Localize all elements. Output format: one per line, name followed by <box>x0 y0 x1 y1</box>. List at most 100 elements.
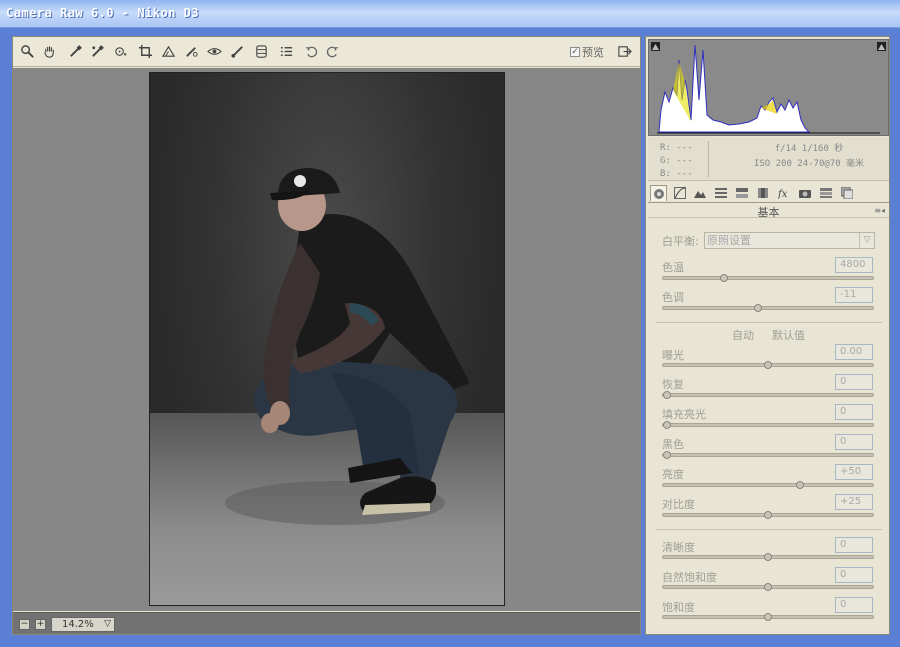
white-balance-select[interactable]: 原照设置 ▽ <box>704 232 875 249</box>
tab-tone-curve[interactable] <box>671 185 688 201</box>
rotate-right-icon[interactable] <box>324 43 341 60</box>
blacks-field[interactable]: 0 <box>835 434 873 450</box>
vibrance-slider[interactable] <box>662 583 874 591</box>
fx-icon: fx <box>778 189 788 199</box>
split-icon <box>735 188 748 198</box>
exposure-label: 曝光 <box>662 349 684 362</box>
b-value: B: --- <box>660 169 693 179</box>
recovery-slider[interactable] <box>662 391 874 399</box>
saturation-slider[interactable] <box>662 613 874 621</box>
exposure-knob[interactable] <box>764 361 772 369</box>
fullscreen-icon[interactable] <box>616 43 633 60</box>
tab-lens[interactable] <box>754 185 771 201</box>
rotate-left-icon[interactable] <box>303 43 320 60</box>
brightness-slider[interactable] <box>662 481 874 489</box>
snapshot-icon <box>840 187 853 199</box>
contrast-label: 对比度 <box>662 498 695 511</box>
preview-pane: ✓ 预览 − + 14.2% ▽ <box>12 36 641 635</box>
image-canvas[interactable] <box>13 68 640 611</box>
window-title: Camera Raw 6.0 - Nikon D3 <box>6 6 200 20</box>
chevron-down-icon: ▽ <box>104 619 111 629</box>
red-eye-icon[interactable] <box>206 43 223 60</box>
mountain-icon <box>693 191 706 198</box>
zoom-out-button[interactable]: − <box>19 619 30 630</box>
exif-info: R: --- G: --- B: --- f/14 1/160 秒 ISO 20… <box>648 137 889 181</box>
tab-snapshots[interactable] <box>838 185 855 201</box>
tint-knob[interactable] <box>753 304 762 312</box>
clarity-knob[interactable] <box>764 553 772 561</box>
straighten-icon[interactable] <box>160 43 177 60</box>
white-balance-value: 原照设置 <box>707 234 751 247</box>
blacks-slider[interactable] <box>662 451 874 459</box>
blacks-knob[interactable] <box>663 451 671 459</box>
recovery-label: 恢复 <box>662 378 684 391</box>
tint-field[interactable]: -11 <box>835 287 873 303</box>
adjustment-brush-icon[interactable] <box>229 43 246 60</box>
status-bar: − + 14.2% ▽ <box>13 612 640 634</box>
tab-split-toning[interactable] <box>733 185 750 201</box>
section-divider <box>656 529 882 530</box>
aperture-icon <box>653 188 664 199</box>
vibrance-label: 自然饱和度 <box>662 571 717 584</box>
preferences-icon[interactable] <box>278 43 295 60</box>
tint-slider[interactable] <box>662 304 874 312</box>
contrast-knob[interactable] <box>764 511 772 519</box>
default-link[interactable]: 默认值 <box>772 327 805 343</box>
vibrance-field[interactable]: 0 <box>835 567 873 583</box>
zoom-level-value: 14.2% <box>62 619 94 630</box>
contrast-slider[interactable] <box>662 511 874 519</box>
recovery-field[interactable]: 0 <box>835 374 873 390</box>
panel-menu-icon[interactable]: ≡◂ <box>874 206 885 215</box>
panel-tabs: fx <box>648 183 889 203</box>
fill-light-field[interactable]: 0 <box>835 404 873 420</box>
color-sampler-icon[interactable] <box>89 43 106 60</box>
exif-readout: f/14 1/160 秒 ISO 200 24-70@70 毫米 <box>734 142 884 172</box>
clarity-field[interactable]: 0 <box>835 537 873 553</box>
clarity-slider[interactable] <box>662 553 874 561</box>
hand-icon[interactable] <box>41 43 58 60</box>
zoom-level-select[interactable]: 14.2% ▽ <box>51 617 115 632</box>
saturation-field[interactable]: 0 <box>835 597 873 613</box>
vibrance-knob[interactable] <box>764 583 772 591</box>
exposure-slider[interactable] <box>662 361 874 369</box>
tab-camera-calibration[interactable] <box>796 185 813 201</box>
preview-checkbox[interactable]: ✓ 预览 <box>570 44 604 60</box>
saturation-knob[interactable] <box>764 613 772 621</box>
temperature-field[interactable]: 4800 <box>835 257 873 273</box>
clarity-label: 清晰度 <box>662 541 695 554</box>
graduated-filter-icon[interactable] <box>253 43 270 60</box>
brightness-field[interactable]: +50 <box>835 464 873 480</box>
brightness-knob[interactable] <box>796 481 805 489</box>
title-bar: Camera Raw 6.0 - Nikon D3 <box>0 0 900 28</box>
tab-basic[interactable] <box>650 185 667 201</box>
zoom-in-button[interactable]: + <box>35 619 46 630</box>
adjustments-pane: R: --- G: --- B: --- f/14 1/160 秒 ISO 20… <box>645 36 890 635</box>
tab-hsl[interactable] <box>712 185 729 201</box>
preview-check-mark[interactable]: ✓ <box>570 47 580 57</box>
crop-icon[interactable] <box>137 43 154 60</box>
target-adjust-icon[interactable] <box>112 43 129 60</box>
contrast-field[interactable]: +25 <box>835 494 873 510</box>
temperature-label: 色温 <box>662 261 684 274</box>
auto-link[interactable]: 自动 <box>732 327 754 343</box>
temperature-slider[interactable] <box>662 274 874 282</box>
photo-preview <box>149 72 505 606</box>
spot-removal-icon[interactable] <box>183 43 200 60</box>
fill-light-knob[interactable] <box>663 421 671 429</box>
tab-detail[interactable] <box>691 185 708 201</box>
zoom-icon[interactable] <box>19 43 36 60</box>
g-value: G: --- <box>660 156 693 166</box>
tab-presets[interactable] <box>817 185 834 201</box>
camera-icon <box>798 190 811 198</box>
recovery-knob[interactable] <box>663 391 671 399</box>
histogram <box>648 39 889 136</box>
fill-light-label: 填充亮光 <box>662 408 706 421</box>
lens-icon <box>757 188 768 198</box>
exposure-field[interactable]: 0.00 <box>835 344 873 360</box>
white-balance-icon[interactable] <box>67 43 84 60</box>
fill-light-slider[interactable] <box>662 421 874 429</box>
tint-label: 色调 <box>662 291 684 304</box>
tab-effects[interactable]: fx <box>775 185 792 201</box>
temperature-knob[interactable] <box>719 274 728 282</box>
blacks-label: 黑色 <box>662 438 684 451</box>
